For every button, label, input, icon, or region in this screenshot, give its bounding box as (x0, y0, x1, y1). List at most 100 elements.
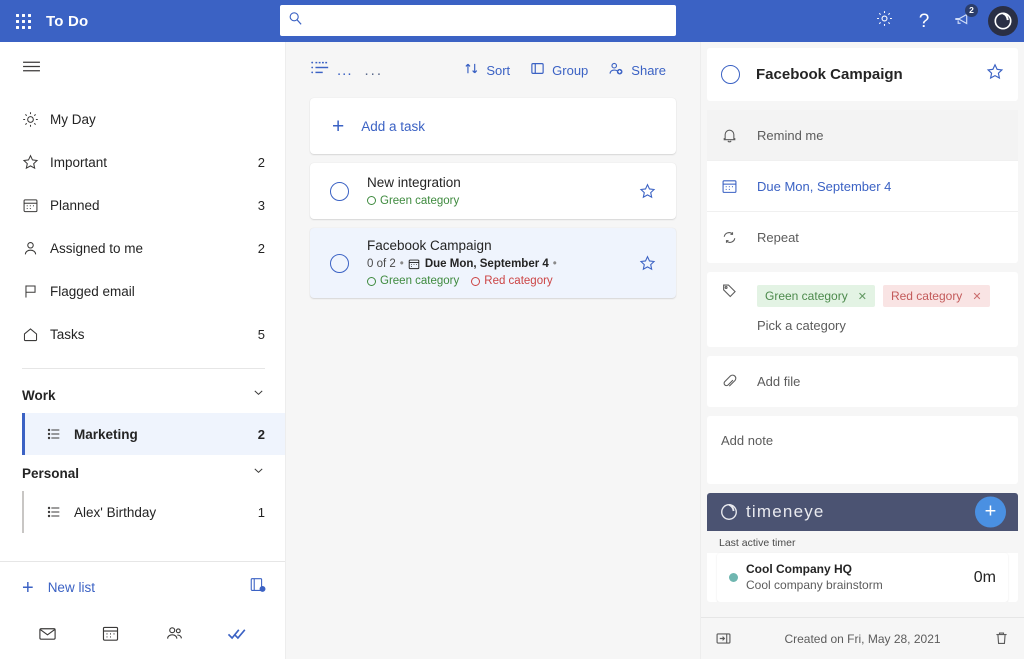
remind-me-label: Remind me (757, 127, 824, 143)
task-detail-panel: Facebook Campaign Remind me Due Mon, Sep… (700, 42, 1024, 659)
group-children-personal: Alex' Birthday 1 (0, 491, 285, 533)
settings-button[interactable] (864, 0, 904, 42)
chevron-down-icon[interactable] (252, 386, 265, 404)
timeneye-timer-info: Cool Company HQ Cool company brainstorm (746, 561, 974, 594)
list-label: Marketing (74, 426, 138, 442)
people-app-button[interactable] (154, 619, 194, 653)
task-row[interactable]: Facebook Campaign 0 of 2 • Due Mon, Sept… (310, 228, 676, 298)
sort-icon (464, 61, 479, 79)
sidebar-item-label: Tasks (50, 327, 85, 342)
list-options-button[interactable]: ... (310, 59, 353, 81)
add-file-row[interactable]: Add file (707, 356, 1018, 407)
sidebar-item-marketing[interactable]: Marketing 2 (22, 413, 285, 455)
detail-schedule-card: Remind me Due Mon, September 4 Repeat (707, 110, 1018, 263)
gear-icon (875, 9, 894, 33)
category-chip-red[interactable]: Red category ✕ (882, 285, 990, 307)
detail-header: Facebook Campaign (707, 48, 1018, 101)
detail-task-title[interactable]: Facebook Campaign (756, 66, 986, 83)
app-launcher-button[interactable] (0, 13, 46, 29)
task-content: New integration Green category (367, 165, 636, 218)
question-mark-icon: ? (918, 10, 930, 32)
app-title: To Do (46, 12, 89, 30)
repeat-row[interactable]: Repeat (707, 212, 1018, 263)
category-label: Red category (484, 275, 553, 287)
sidebar-item-count: 5 (257, 327, 265, 342)
todo-icon (227, 625, 247, 648)
bell-icon (721, 127, 757, 144)
calendar-icon (22, 197, 50, 214)
delete-task-button[interactable] (993, 630, 1010, 647)
star-icon (22, 154, 50, 171)
todo-app-button[interactable] (217, 619, 257, 653)
due-date-label: Due Mon, September 4 (757, 178, 892, 194)
list-label: Alex' Birthday (74, 504, 157, 520)
hide-detail-panel-button[interactable] (715, 630, 732, 647)
list-toolbar: ... ... Sort Group Share (286, 42, 700, 98)
top-bar-actions: ? 2 (864, 0, 1024, 42)
project-color-dot (729, 573, 738, 582)
star-icon (639, 254, 655, 270)
category-line: Green category ✕ Red category ✕ (721, 282, 1004, 307)
sidebar-item-planned[interactable]: Planned 3 (0, 184, 285, 227)
sidebar-group-work[interactable]: Work (0, 377, 285, 413)
sidebar-item-my-day[interactable]: My Day (0, 98, 285, 141)
help-button[interactable]: ? (904, 0, 944, 42)
task-complete-checkbox[interactable] (330, 253, 349, 273)
calendar-icon (721, 178, 757, 195)
menu-toggle-button[interactable] (0, 42, 285, 96)
detail-important-button[interactable] (986, 63, 1004, 86)
sidebar-item-alex-birthday[interactable]: Alex' Birthday 1 (22, 491, 285, 533)
calendar-app-button[interactable] (91, 619, 131, 653)
remove-category-icon[interactable]: ✕ (972, 290, 981, 303)
chevron-down-icon[interactable] (252, 464, 265, 482)
timeneye-widget: timeneye + Last active timer Cool Compan… (707, 493, 1018, 602)
task-title: Facebook Campaign (367, 238, 492, 253)
task-complete-checkbox[interactable] (330, 181, 349, 201)
list-view-icon (310, 59, 330, 81)
list-count: 2 (257, 426, 265, 442)
new-group-icon[interactable] (249, 576, 267, 599)
timeneye-last-timer[interactable]: Cool Company HQ Cool company brainstorm … (717, 553, 1008, 602)
sidebar-item-important[interactable]: Important 2 (0, 141, 285, 184)
sidebar-item-flagged-email[interactable]: Flagged email (0, 270, 285, 313)
task-important-button[interactable] (636, 182, 658, 200)
sidebar-item-tasks[interactable]: Tasks 5 (0, 313, 285, 356)
search-input[interactable] (303, 5, 668, 36)
timeneye-project: Cool Company HQ (746, 562, 853, 576)
detail-note-card[interactable]: Add note (707, 416, 1018, 484)
due-date-row[interactable]: Due Mon, September 4 (707, 161, 1018, 212)
task-due-date: Due Mon, September 4 (408, 256, 549, 272)
new-list-button[interactable]: + New list (0, 561, 285, 613)
task-area: + Add a task New integration Green categ… (286, 98, 700, 307)
person-icon (22, 240, 50, 257)
list-icon (46, 504, 74, 520)
search-box[interactable] (280, 5, 676, 36)
detail-category-card: Green category ✕ Red category ✕ Pick a c… (707, 272, 1018, 347)
category-ring-icon (367, 276, 376, 286)
add-task-row[interactable]: + Add a task (310, 98, 676, 154)
sidebar-group-personal[interactable]: Personal (0, 455, 285, 491)
more-options-button[interactable]: ... (353, 56, 396, 85)
category-chip-green[interactable]: Green category ✕ (757, 285, 875, 307)
mail-app-button[interactable] (28, 619, 68, 653)
task-row[interactable]: New integration Green category (310, 163, 676, 219)
sort-button[interactable]: Sort (454, 55, 520, 85)
remind-me-row[interactable]: Remind me (707, 110, 1018, 161)
group-button[interactable]: Group (520, 55, 598, 85)
detail-complete-checkbox[interactable] (721, 65, 740, 84)
timeneye-header: timeneye + (707, 493, 1018, 531)
sidebar-item-assigned-to-me[interactable]: Assigned to me 2 (0, 227, 285, 270)
star-icon (986, 63, 1004, 80)
task-important-button[interactable] (636, 254, 658, 272)
paperclip-icon (721, 373, 757, 390)
avatar[interactable] (988, 6, 1018, 36)
category-ring-icon (367, 196, 376, 205)
remove-category-icon[interactable]: ✕ (858, 290, 867, 303)
category-chip: Green category (367, 193, 459, 209)
timeneye-add-timer-button[interactable]: + (975, 496, 1006, 528)
calendar-icon (101, 624, 120, 648)
pick-category-button[interactable]: Pick a category (721, 307, 1004, 333)
share-button[interactable]: Share (598, 55, 676, 85)
feedback-button[interactable]: 2 (944, 0, 984, 42)
mail-icon (38, 624, 57, 648)
